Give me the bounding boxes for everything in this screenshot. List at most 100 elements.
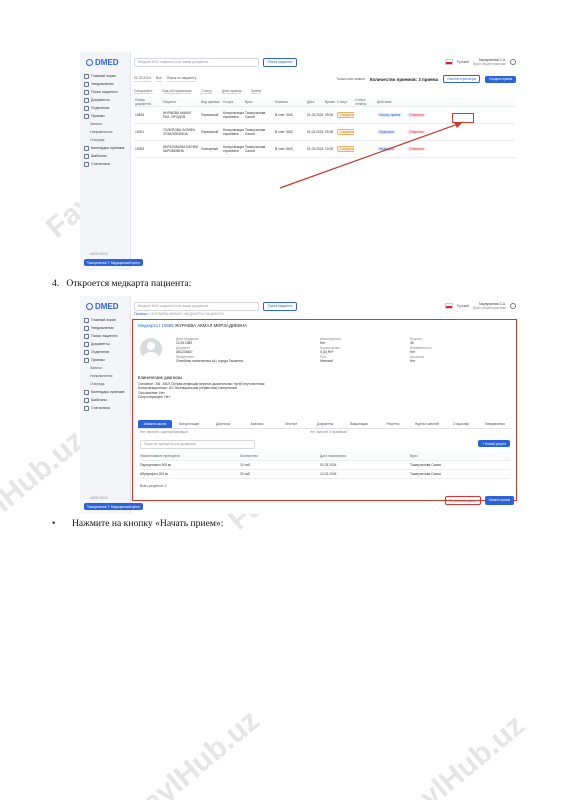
- sidebar-nav: Главный экран Уведомления Поиск пациента До…: [84, 316, 128, 412]
- sidebar-item[interactable]: Приемы: [84, 356, 128, 364]
- table-cell: 12.02.2024: [320, 472, 337, 476]
- column-header: Количество: [240, 454, 258, 458]
- tab[interactable]: Диагнозы: [206, 420, 240, 428]
- info-value: Семейная поликлиника №1 города Ташкента: [176, 359, 243, 364]
- column-header: Дата назначения: [320, 454, 346, 458]
- nav-icon: [84, 397, 89, 403]
- appointments-screenshot: DMED Главный экран Уведомления Поиск пацие…: [80, 52, 520, 270]
- column-header: Наименование препарата: [140, 454, 180, 458]
- sidebar-item[interactable]: Документы: [84, 340, 128, 348]
- sidebar-item[interactable]: Календарь приемов: [84, 388, 128, 396]
- sidebar-item-label: Поиск пациента: [91, 334, 118, 338]
- sidebar-item[interactable]: Очередь: [84, 380, 128, 388]
- medical-card-screenshot: DMED Главный экран Уведомления Поиск пацие…: [80, 296, 520, 514]
- current-user-pill[interactable]: Ташпулатова Т. Медицинский центр: [84, 503, 144, 510]
- diagnosis-line: Сопутствующее: Нет: [138, 395, 170, 400]
- start-appointment-button[interactable]: Начать прием: [484, 496, 514, 505]
- breadcrumb: Приемы / ЖУРАЕВА АКМАЛ / МЕДКАРТА ПАЦИЕН…: [134, 312, 224, 316]
- tab[interactable]: Анализы: [240, 420, 274, 428]
- settings-icon[interactable]: [510, 303, 516, 309]
- column-header: Врач: [410, 454, 418, 458]
- sidebar-item-label: Приемы: [91, 358, 105, 362]
- language-select[interactable]: Русский: [457, 304, 469, 308]
- page-title: Медкарта / 16986 ЖУРАЕВА АКМАЛ МИРЗАДИЕВ…: [138, 323, 248, 328]
- tab[interactable]: Стационар: [444, 420, 478, 428]
- info-value: Нет: [410, 359, 416, 364]
- table-cell: Парацетамол 500 мг: [140, 463, 172, 467]
- top-bar: Введите ФИО пациента или номер документа…: [134, 300, 516, 312]
- tab[interactable]: Документы: [308, 420, 342, 428]
- tab[interactable]: Вакцинация: [342, 420, 376, 428]
- bottom-actions: Отменить прием Начать прием: [445, 496, 514, 505]
- prescriptions-total: Всего рецептов: 2: [140, 484, 167, 488]
- info-value: Нет: [320, 341, 326, 346]
- sidebar: DMED Главный экран Уведомления Поиск пацие…: [80, 296, 144, 514]
- prescriptions-table: Наименование препарата Количество Дата наз…: [140, 452, 510, 479]
- nav-icon: [84, 333, 89, 339]
- sidebar-item[interactable]: Главный экран: [84, 316, 128, 324]
- table-cell: Ташпулатова Салия: [410, 472, 441, 476]
- app-logo: DMED: [86, 302, 119, 311]
- info-value: Женский: [320, 359, 333, 364]
- tab[interactable]: Лечение: [274, 420, 308, 428]
- nav-icon: [84, 405, 89, 411]
- sidebar-item[interactable]: Поиск пациента: [84, 332, 128, 340]
- sidebar-item[interactable]: Направления: [84, 372, 128, 380]
- tab[interactable]: Журнал записей: [410, 420, 444, 428]
- sidebar-item-label: Главный экран: [91, 318, 116, 322]
- nav-icon: [84, 317, 89, 323]
- patient-search-input[interactable]: Введите ФИО пациента или номер документа: [134, 301, 259, 311]
- sidebar-item-label: Отделения: [91, 350, 110, 354]
- sidebar-item-label: Календарь приемов: [91, 390, 125, 394]
- info-value: AB1234567: [176, 350, 193, 355]
- patient-info-col-2: Инвалидность Нет Группа крови II (A) Rh+ Пол…: [320, 337, 341, 363]
- pointer-arrow: [279, 122, 463, 189]
- sidebar-item[interactable]: Шаблоны: [84, 396, 128, 404]
- table-cell: 01.03.2024: [320, 463, 337, 467]
- nav-icon: [84, 349, 89, 355]
- sidebar-item[interactable]: Отделения: [84, 348, 128, 356]
- tab[interactable]: Консультации: [172, 420, 206, 428]
- sidebar-item-label: Уведомления: [91, 326, 114, 330]
- table-cell: Ташпулатова Салия: [410, 463, 441, 467]
- patient-search-button[interactable]: Поиск пациента: [263, 301, 298, 311]
- clinical-diagnoses: Клинические диагнозы Основное: J06, J06.…: [138, 375, 512, 400]
- info-value: 38: [410, 341, 414, 346]
- sidebar-item[interactable]: Записи: [84, 364, 128, 372]
- logo-icon: [86, 303, 93, 310]
- patient-info-col-1: Дата рождения 12.08.1985 Документ AB1234567…: [176, 337, 243, 363]
- watermark-text: FaylHub.uz: [122, 704, 266, 800]
- avatar: [140, 338, 162, 360]
- nav-icon: [84, 389, 89, 395]
- sidebar-item-label: Очередь: [90, 382, 105, 386]
- language-flag-icon: [444, 303, 453, 309]
- sidebar-item[interactable]: Статистика: [84, 404, 128, 412]
- note-left: Нет записей о диспансеризации: [140, 430, 188, 434]
- sidebar-item[interactable]: Уведомления: [84, 324, 128, 332]
- table-row[interactable]: Ибупрофен 200 мг 20 таб 12.02.2024 Ташпулат…: [140, 470, 510, 479]
- nav-icon: [84, 325, 89, 331]
- tab[interactable]: Анамнез жизни: [138, 420, 172, 428]
- step-4-caption: 4. Откроется медкарта пациента:: [52, 278, 192, 289]
- watermark-text: FaylHub.uz: [387, 709, 531, 800]
- sidebar-item-label: Статистика: [91, 406, 110, 410]
- patient-info-col-3: Возраст 38 Беременность Нет Аллергия Нет: [410, 337, 431, 363]
- nav-icon: [84, 341, 89, 347]
- info-value: Нет: [410, 350, 416, 355]
- medcard-tabs: Анамнез жизни Консультации Диагнозы Анализы…: [138, 420, 512, 429]
- add-prescription-button[interactable]: + Новый рецепт: [478, 440, 510, 447]
- note-right: Нет записей о прививках: [310, 430, 348, 434]
- tab[interactable]: Рецепты: [376, 420, 410, 428]
- app-version: v2024.03.01: [90, 496, 109, 500]
- prescription-search-input[interactable]: Поиск по препарату или дозировке: [140, 440, 255, 449]
- tab[interactable]: Направления: [478, 420, 512, 428]
- sidebar-item-label: Направления: [90, 374, 113, 378]
- table-cell: 10 таб: [240, 463, 250, 467]
- table-row[interactable]: Парацетамол 500 мг 10 таб 01.03.2024 Ташпул…: [140, 461, 510, 470]
- table-cell: 20 таб: [240, 472, 250, 476]
- user-info[interactable]: Ташпулатова С.А. Врач общей практики: [473, 302, 506, 310]
- sidebar-item-label: Шаблоны: [91, 398, 107, 402]
- cancel-appointment-button[interactable]: Отменить прием: [445, 496, 481, 505]
- info-value: II (A) Rh+: [320, 350, 334, 355]
- table-cell: Ибупрофен 200 мг: [140, 472, 169, 476]
